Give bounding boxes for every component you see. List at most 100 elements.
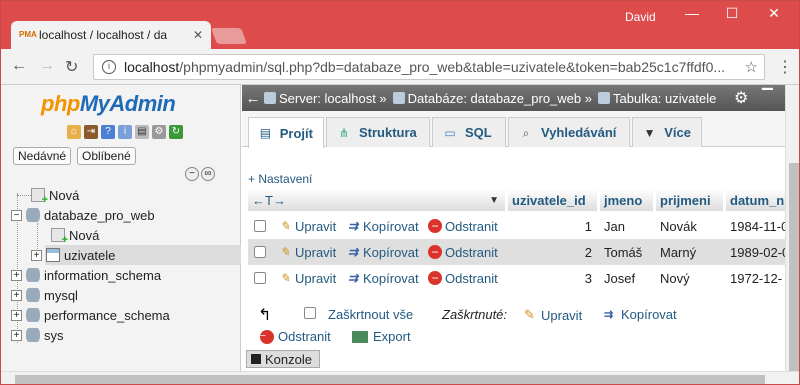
expand-icon[interactable]: + xyxy=(11,309,22,321)
cell-prijmeni: Nový xyxy=(660,270,690,286)
delete-link[interactable]: − Odstranit xyxy=(428,245,498,260)
bulk-edit-link[interactable]: ✎ Upravit xyxy=(524,307,582,323)
link-icon[interactable]: ∞ xyxy=(201,167,215,181)
column-arrows-icon[interactable]: ←T→ xyxy=(252,193,286,208)
bulk-edit-label: Upravit xyxy=(541,307,583,323)
chevron-down-icon: ▼ xyxy=(643,125,656,140)
breadcrumb-table[interactable]: Tabulka: uzivatele xyxy=(597,91,716,106)
documents-icon[interactable]: ▤ xyxy=(135,125,149,139)
export-link[interactable]: Export xyxy=(352,329,411,344)
tree-item-new-table[interactable]: Nová xyxy=(51,225,99,246)
expand-icon[interactable]: + xyxy=(11,269,22,281)
table-icon xyxy=(597,92,610,104)
copy-link[interactable]: ⇉ Kopírovat xyxy=(346,271,419,286)
minimize-icon[interactable]: — xyxy=(677,5,707,21)
tab-search[interactable]: ⌕ Vyhledávání xyxy=(508,117,630,147)
phpmyadmin-logo[interactable]: phpMyAdmin xyxy=(41,91,176,117)
collapse-icon[interactable]: − xyxy=(11,209,22,221)
favorites-button[interactable]: Oblíbené xyxy=(77,147,136,165)
settings-gear-icon[interactable]: ⚙ xyxy=(734,88,748,108)
options-header[interactable]: ←T→ ▼ xyxy=(248,189,506,211)
forward-icon[interactable]: → xyxy=(39,57,55,75)
edit-link[interactable]: ✎ Upravit xyxy=(278,271,336,286)
expand-icon[interactable]: + xyxy=(31,249,42,261)
edit-link[interactable]: ✎ Upravit xyxy=(278,245,336,260)
copy-label: Kopírovat xyxy=(363,244,419,260)
scroll-thumb[interactable] xyxy=(789,163,799,373)
tree-item-information-schema[interactable]: + information_schema xyxy=(11,265,161,285)
tree-item-sys[interactable]: + sys xyxy=(11,325,64,345)
vertical-scrollbar[interactable] xyxy=(785,85,799,373)
pencil-icon: ✎ xyxy=(279,245,291,259)
back-arrow-icon[interactable]: ← xyxy=(242,90,264,107)
check-all-link[interactable]: Zaškrtnout vše xyxy=(328,307,413,322)
check-all-checkbox[interactable] xyxy=(304,307,316,319)
collapse-all-icon[interactable]: − xyxy=(185,167,199,181)
horizontal-scrollbar[interactable] xyxy=(1,371,799,384)
row-checkbox[interactable] xyxy=(254,246,266,258)
column-header-prijmeni[interactable]: prijmeni xyxy=(656,189,724,211)
delete-label: Odstranit xyxy=(445,218,498,234)
bulk-delete-link[interactable]: − Odstranit xyxy=(260,329,331,344)
profile-name[interactable]: David xyxy=(625,10,656,24)
tab-label: Projít xyxy=(279,125,313,141)
edit-link[interactable]: ✎ Upravit xyxy=(278,219,336,234)
row-checkbox[interactable] xyxy=(254,272,266,284)
sort-dropdown-icon[interactable]: ▼ xyxy=(489,195,499,206)
column-header-datum[interactable]: datum_n xyxy=(726,189,790,211)
help-icon[interactable]: i xyxy=(118,125,132,139)
recent-button[interactable]: Nedávné xyxy=(13,147,72,165)
delete-label: Odstranit xyxy=(445,244,498,260)
pencil-icon: ✎ xyxy=(524,307,535,322)
row-checkbox[interactable] xyxy=(254,220,266,232)
minimize-panel-icon[interactable]: ▔ xyxy=(762,88,773,105)
cell-id: 1 xyxy=(584,218,592,234)
tab-structure[interactable]: ⋔ Struktura xyxy=(326,117,430,147)
tree-item-uzivatele[interactable]: + uzivatele xyxy=(31,245,115,265)
refresh-icon[interactable]: ↻ xyxy=(169,125,183,139)
close-window-icon[interactable]: ✕ xyxy=(759,5,789,22)
browser-menu-icon[interactable]: ⋮ xyxy=(777,57,793,77)
tab-browse[interactable]: ▤ Projít xyxy=(248,117,324,148)
copy-link[interactable]: ⇉ Kopírovat xyxy=(346,245,419,260)
breadcrumb-server[interactable]: Server: localhost » xyxy=(264,91,387,106)
delete-link[interactable]: − Odstranit xyxy=(428,271,498,286)
breadcrumb-database[interactable]: Databáze: databaze_pro_web » xyxy=(392,91,592,106)
new-tab-button[interactable] xyxy=(211,28,247,44)
column-header-jmeno[interactable]: jmeno xyxy=(600,189,654,211)
console-toggle[interactable]: Konzole xyxy=(246,350,320,368)
scroll-thumb[interactable] xyxy=(15,375,765,384)
browse-icon: ▤ xyxy=(259,126,272,140)
settings-gear-icon[interactable]: ⚙ xyxy=(152,125,166,139)
reload-icon[interactable]: ↻ xyxy=(65,57,78,77)
copy-link[interactable]: ⇉ Kopírovat xyxy=(346,219,419,234)
tree-item-mysql[interactable]: + mysql xyxy=(11,285,78,305)
docs-icon[interactable]: ? xyxy=(101,125,115,139)
column-header-uzivatele-id[interactable]: uzivatele_id xyxy=(508,189,598,211)
tab-label: Vyhledávání xyxy=(541,125,617,140)
bulk-copy-link[interactable]: ⇉ Kopírovat xyxy=(604,307,677,322)
url-text[interactable]: localhost/phpmyadmin/sql.php?db=databaze… xyxy=(124,59,739,75)
tree-item-new-db[interactable]: Nová xyxy=(31,185,79,206)
browser-tab[interactable]: PMA localhost / localhost / da ✕ xyxy=(11,21,211,49)
back-icon[interactable]: ← xyxy=(11,57,27,75)
edit-label: Upravit xyxy=(295,218,337,234)
delete-link[interactable]: − Odstranit xyxy=(428,219,498,234)
maximize-icon[interactable]: ☐ xyxy=(717,5,747,22)
address-bar[interactable]: i localhost/phpmyadmin/sql.php?db=databa… xyxy=(93,54,765,80)
expand-icon[interactable]: + xyxy=(11,329,22,341)
tab-sql[interactable]: ▭ SQL xyxy=(432,117,506,147)
tree-item-databaze-pro-web[interactable]: − databaze_pro_web xyxy=(11,205,155,225)
expand-icon[interactable]: + xyxy=(11,289,22,301)
tree-item-performance-schema[interactable]: + performance_schema xyxy=(11,305,170,325)
tab-close-icon[interactable]: ✕ xyxy=(193,28,203,42)
bookmark-star-icon[interactable]: ☆ xyxy=(745,58,758,76)
info-icon[interactable]: i xyxy=(102,60,116,74)
copy-label: Kopírovat xyxy=(363,270,419,286)
breadcrumb: ← Server: localhost » Databáze: databaze… xyxy=(242,85,799,111)
tree-controls: − ∞ xyxy=(185,167,215,181)
tab-more[interactable]: ▼ Více xyxy=(632,117,702,147)
home-icon[interactable]: ⌂ xyxy=(67,125,81,139)
logout-icon[interactable]: ⇥ xyxy=(84,125,98,139)
settings-link[interactable]: + Nastavení xyxy=(248,172,312,186)
